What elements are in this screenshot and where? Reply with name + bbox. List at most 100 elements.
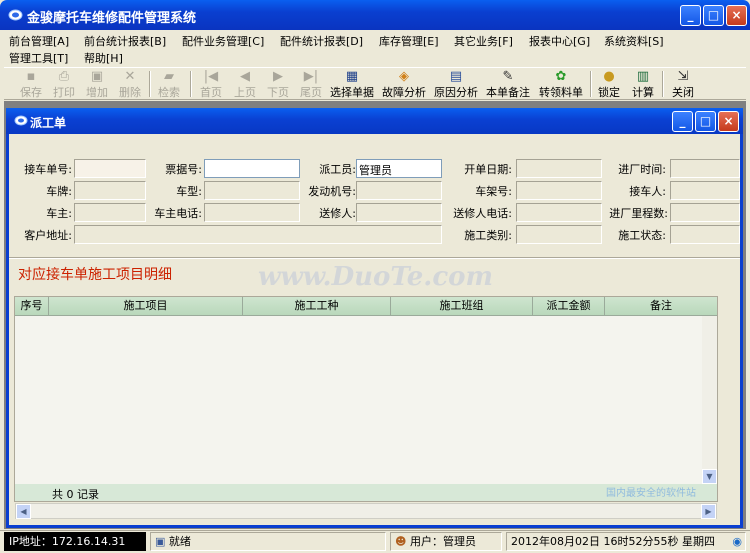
toolbar-separator	[590, 71, 592, 97]
delete-tool-button[interactable]: ✕ 删除	[115, 68, 145, 100]
print-tool-button[interactable]: ⎙ 打印	[49, 68, 79, 100]
sender-label: 送修人:	[319, 207, 356, 220]
open-date-field[interactable]	[516, 159, 602, 178]
last-page-tool-button[interactable]: ▶| 尾页	[296, 68, 326, 100]
receiver-field[interactable]	[670, 181, 740, 200]
child-minimize-button[interactable]: _	[672, 111, 693, 132]
close-tool-button[interactable]: ⇲ 关闭	[668, 68, 698, 100]
grid-vertical-scrollbar[interactable]: ▼	[702, 316, 717, 484]
note-tool-button[interactable]: ✎ 本单备注	[482, 68, 534, 100]
owner-field[interactable]	[74, 203, 146, 222]
engine-number-field[interactable]	[356, 181, 442, 200]
save-icon: ▪	[26, 69, 36, 84]
col-work-team[interactable]: 施工班组	[391, 297, 533, 316]
add-icon: ▣	[90, 69, 104, 84]
child-close-button[interactable]: ×	[718, 111, 739, 132]
customer-address-field[interactable]	[74, 225, 442, 244]
owner-phone-field[interactable]	[204, 203, 300, 222]
menu-management-tools[interactable]: 管理工具[T]	[9, 50, 68, 66]
owner-phone-label: 车主电话:	[154, 207, 202, 220]
minimize-button[interactable]: _	[680, 5, 701, 26]
menu-parts-business[interactable]: 配件业务管理[C]	[182, 33, 264, 49]
plate-field[interactable]	[74, 181, 146, 200]
menu-parts-reports[interactable]: 配件统计报表[D]	[280, 33, 363, 49]
delete-icon: ✕	[124, 69, 136, 84]
col-index[interactable]: 序号	[15, 297, 49, 316]
menu-other-business[interactable]: 其它业务[F]	[454, 33, 513, 49]
last-page-icon: ▶|	[303, 69, 319, 84]
receipt-number-field[interactable]	[74, 159, 146, 178]
select-document-tool-button[interactable]: ▦ 选择单据	[326, 68, 378, 100]
col-amount[interactable]: 派工金额	[533, 297, 605, 316]
work-status-field[interactable]	[670, 225, 740, 244]
model-field[interactable]	[204, 181, 300, 200]
invoice-number-field[interactable]	[204, 159, 300, 178]
status-user-panel: ☻ 用户：管理员	[390, 532, 502, 551]
col-work-type[interactable]: 施工工种	[243, 297, 391, 316]
scroll-left-icon[interactable]: ◀	[16, 504, 31, 519]
transfer-material-tool-button[interactable]: ✿ 转领料单	[534, 68, 588, 100]
model-label: 车型:	[176, 185, 202, 198]
app-logo-icon	[8, 9, 23, 21]
maximize-button[interactable]: □	[703, 5, 724, 26]
search-tool-button[interactable]: ▰ 检索	[154, 68, 184, 100]
add-tool-button[interactable]: ▣ 增加	[82, 68, 112, 100]
record-count: 共 0 记录	[52, 488, 99, 501]
entry-time-label: 进厂时间:	[618, 163, 666, 176]
entry-time-field[interactable]	[670, 159, 740, 178]
print-icon: ⎙	[58, 69, 70, 84]
cause-analysis-tool-button[interactable]: ▤ 原因分析	[430, 68, 482, 100]
prev-page-icon: ◀	[240, 69, 250, 84]
status-datetime-panel: 2012年08月02日 16时52分55秒 星期四 ◉	[506, 532, 746, 551]
child-title-bar[interactable]	[6, 108, 743, 134]
menu-help[interactable]: 帮助[H]	[84, 50, 123, 66]
frame-number-field[interactable]	[516, 181, 602, 200]
work-items-grid[interactable]	[14, 296, 718, 502]
next-page-icon: ▶	[273, 69, 283, 84]
mileage-field[interactable]	[670, 203, 740, 222]
save-tool-button[interactable]: ▪ 保存	[16, 68, 46, 100]
lock-icon: ●	[603, 69, 615, 84]
user-icon: ☻	[395, 535, 407, 548]
ready-icon: ▣	[155, 535, 166, 548]
open-date-label: 开单日期:	[464, 163, 512, 176]
transfer-icon: ✿	[555, 69, 567, 84]
menu-system-data[interactable]: 系统资料[S]	[604, 33, 664, 49]
fault-analysis-tool-button[interactable]: ◈ 故障分析	[378, 68, 430, 100]
prev-page-tool-button[interactable]: ◀ 上页	[230, 68, 260, 100]
close-button[interactable]: ×	[726, 5, 747, 26]
col-work-item[interactable]: 施工项目	[49, 297, 243, 316]
child-maximize-button[interactable]: □	[695, 111, 716, 132]
grid-horizontal-scrollbar[interactable]: ◀ ▶	[15, 503, 717, 519]
menu-inventory[interactable]: 库存管理[E]	[379, 33, 439, 49]
calculate-tool-button[interactable]: ▥ 计算	[628, 68, 658, 100]
sender-phone-field[interactable]	[516, 203, 602, 222]
frame-number-label: 车架号:	[475, 185, 512, 198]
app-title: 金骏摩托车维修配件管理系统	[27, 11, 197, 26]
dispatcher-field[interactable]: 管理员	[356, 159, 442, 178]
dispatcher-label: 派工员:	[319, 163, 356, 176]
status-ready: 就绪	[168, 535, 191, 548]
globe-icon: ◉	[732, 535, 742, 548]
sender-field[interactable]	[356, 203, 442, 222]
status-ip: IP地址：172.16.14.31	[4, 532, 146, 551]
next-page-tool-button[interactable]: ▶ 下页	[263, 68, 293, 100]
mileage-label: 进厂里程数:	[609, 207, 668, 220]
work-category-field[interactable]	[516, 225, 602, 244]
receiver-label: 接车人:	[629, 185, 666, 198]
lock-tool-button[interactable]: ● 锁定	[594, 68, 624, 100]
first-page-tool-button[interactable]: |◀ 首页	[196, 68, 226, 100]
col-remarks[interactable]: 备注	[605, 297, 717, 316]
menu-front-desk[interactable]: 前台管理[A]	[9, 33, 69, 49]
menu-front-desk-reports[interactable]: 前台统计报表[B]	[84, 33, 166, 49]
cause-analysis-icon: ▤	[449, 69, 463, 84]
search-icon: ▰	[164, 69, 174, 84]
work-status-label: 施工状态:	[618, 229, 666, 242]
toolbar-separator	[190, 71, 192, 97]
plate-label: 车牌:	[46, 185, 72, 198]
select-document-icon: ▦	[345, 69, 359, 84]
scroll-down-icon[interactable]: ▼	[702, 469, 717, 484]
calculator-icon: ▥	[636, 69, 650, 84]
menu-report-center[interactable]: 报表中心[G]	[529, 33, 590, 49]
scroll-right-icon[interactable]: ▶	[701, 504, 716, 519]
